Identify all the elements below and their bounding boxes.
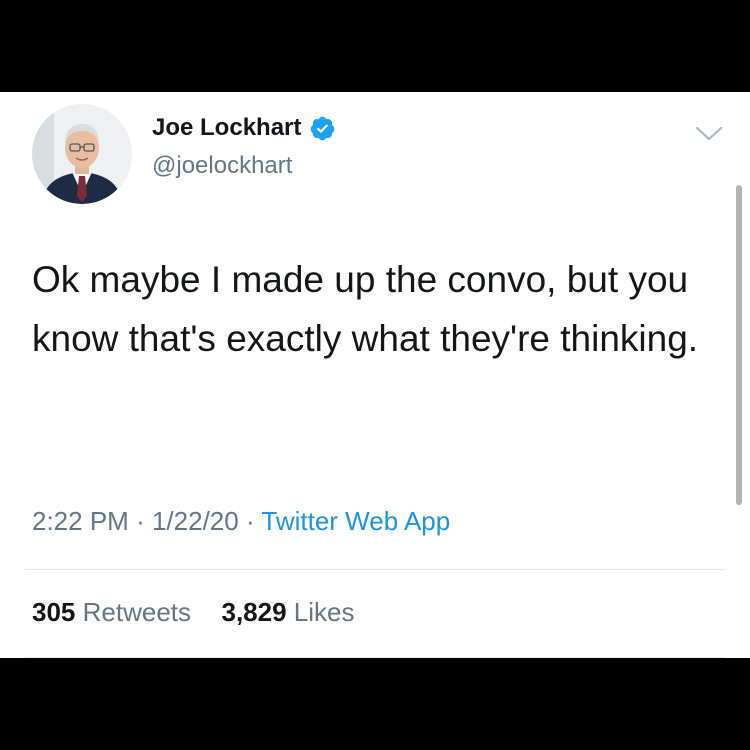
retweets-stat[interactable]: 305 Retweets: [32, 597, 198, 627]
retweets-count: 305: [32, 597, 76, 627]
divider: [25, 657, 725, 658]
verified-badge-icon: [309, 115, 336, 142]
tweet-card: Joe Lockhart @joelockhart Ok maybe I mad…: [0, 92, 750, 658]
scrollbar[interactable]: [736, 185, 742, 505]
avatar-photo: [32, 104, 132, 204]
likes-label: Likes: [293, 597, 355, 627]
tweet-time[interactable]: 2:22 PM: [32, 506, 129, 536]
tweet-date[interactable]: 1/22/20: [152, 506, 239, 536]
tweet-text: Ok maybe I made up the convo, but you kn…: [32, 259, 699, 359]
author-name-text: Joe Lockhart: [152, 114, 302, 141]
tweet-stats: 305 Retweets 3,829 Likes: [32, 597, 355, 628]
retweets-label: Retweets: [82, 597, 192, 627]
likes-stat[interactable]: 3,829 Likes: [221, 597, 354, 627]
screenshot-frame: Joe Lockhart @joelockhart Ok maybe I mad…: [0, 0, 750, 750]
meta-separator: ·: [245, 506, 255, 536]
meta-separator: ·: [136, 506, 145, 536]
tweet-meta: 2:22 PM · 1/22/20 · Twitter Web App: [32, 506, 450, 537]
tweet-source-link[interactable]: Twitter Web App: [261, 506, 450, 536]
author-name[interactable]: Joe Lockhart: [152, 114, 336, 142]
divider: [25, 569, 725, 570]
likes-count: 3,829: [221, 597, 287, 627]
avatar[interactable]: [32, 104, 132, 204]
author-handle[interactable]: @joelockhart: [152, 152, 292, 180]
chevron-down-icon[interactable]: [694, 124, 724, 144]
